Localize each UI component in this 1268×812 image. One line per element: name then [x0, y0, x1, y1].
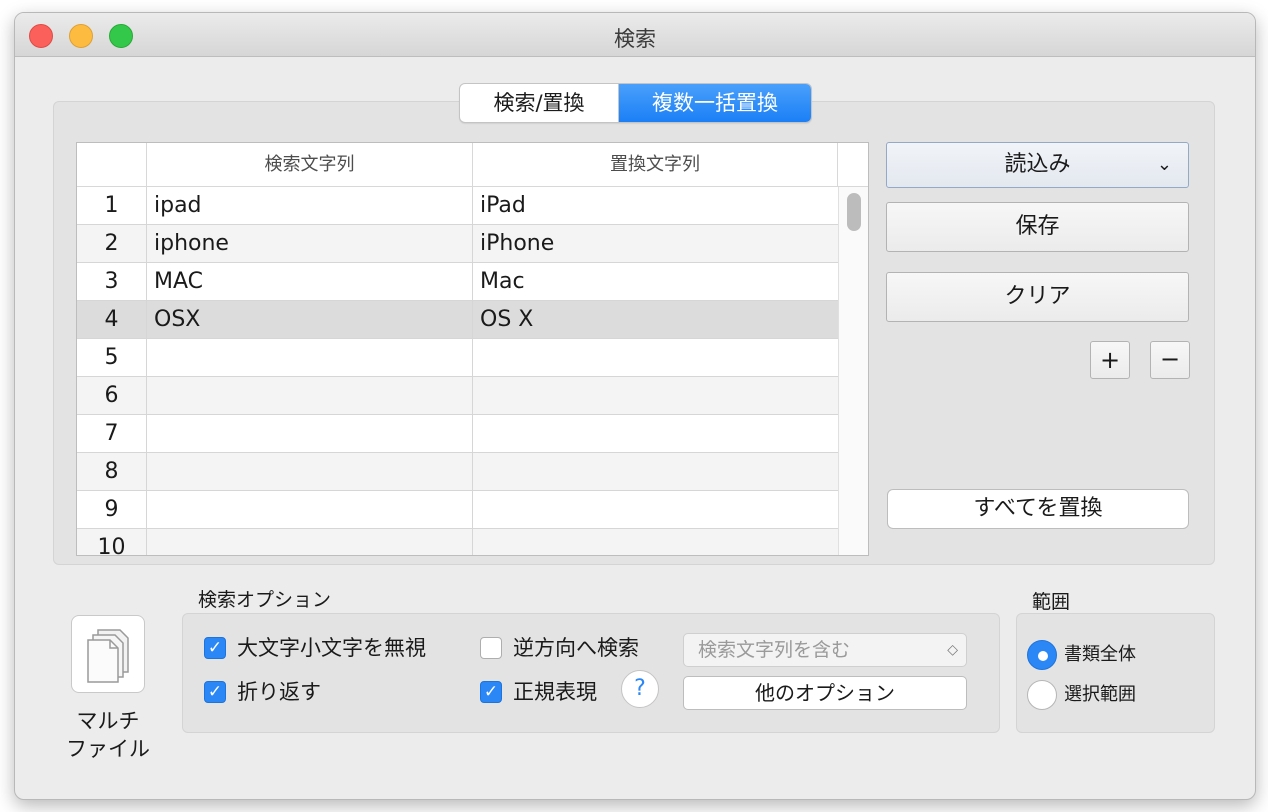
table-row[interactable]: 8: [77, 453, 838, 491]
replace-cell[interactable]: [473, 415, 838, 452]
table-row[interactable]: 2 iphone iPhone: [77, 225, 838, 263]
tab-batch-replace[interactable]: 複数一括置換: [619, 84, 811, 122]
help-button[interactable]: ?: [621, 670, 659, 708]
replace-cell[interactable]: [473, 491, 838, 528]
table-row[interactable]: 10: [77, 529, 838, 555]
replace-cell[interactable]: OS X: [473, 301, 838, 338]
replace-cell[interactable]: iPhone: [473, 225, 838, 262]
row-number: 8: [77, 453, 147, 490]
whole-document-label[interactable]: 書類全体: [1064, 644, 1136, 666]
updown-arrows-icon: ◇: [947, 642, 958, 658]
documents-icon: [87, 629, 129, 683]
title-bar[interactable]: 検索: [15, 13, 1255, 57]
multi-file-label-line2: ファイル: [66, 737, 150, 761]
table-body: 1 ipad iPad 2 iphone iPhone 3 MAC Mac 4 …: [77, 187, 838, 555]
selection-label[interactable]: 選択範囲: [1064, 684, 1136, 706]
chevron-down-icon: ⌄: [1156, 154, 1172, 175]
range-box: [1016, 613, 1215, 733]
range-title: 範囲: [1032, 591, 1071, 613]
wrap-around-label[interactable]: 折り返す: [237, 680, 321, 704]
table-row[interactable]: 6: [77, 377, 838, 415]
ignore-case-checkbox[interactable]: ✓: [204, 637, 226, 659]
multi-file-label: マルチ ファイル: [53, 707, 163, 763]
table-row[interactable]: 5: [77, 339, 838, 377]
search-cell[interactable]: MAC: [147, 263, 473, 300]
replace-table[interactable]: 検索文字列 置換文字列 1 ipad iPad 2 iphone iPhone …: [76, 142, 869, 556]
row-number: 6: [77, 377, 147, 414]
ignore-case-label[interactable]: 大文字小文字を無視: [237, 636, 426, 660]
header-search-string[interactable]: 検索文字列: [147, 143, 473, 187]
add-row-button[interactable]: +: [1090, 341, 1130, 379]
match-mode-select[interactable]: 検索文字列を含む ◇: [683, 633, 967, 667]
table-row[interactable]: 7: [77, 415, 838, 453]
table-row[interactable]: 3 MAC Mac: [77, 263, 838, 301]
whole-document-radio[interactable]: [1027, 640, 1057, 670]
row-number: 9: [77, 491, 147, 528]
mode-tabs: 検索/置換 複数一括置換: [459, 83, 812, 123]
selection-radio[interactable]: [1027, 680, 1057, 710]
save-button[interactable]: 保存: [886, 202, 1189, 252]
table-row-selected[interactable]: 4 OSX OS X: [77, 301, 838, 339]
search-cell[interactable]: [147, 415, 473, 452]
reverse-search-checkbox[interactable]: [480, 637, 502, 659]
search-cell[interactable]: [147, 453, 473, 490]
table-header: 検索文字列 置換文字列: [77, 143, 868, 187]
header-row-number: [77, 143, 147, 187]
checkmark-icon: ✓: [207, 682, 223, 702]
search-cell[interactable]: iphone: [147, 225, 473, 262]
header-spacer: [838, 143, 868, 187]
find-window: 検索 検索/置換 複数一括置換 検索文字列 置換文字列 1 ipad iPad …: [14, 12, 1256, 800]
search-options-box: [182, 613, 1000, 733]
table-row[interactable]: 1 ipad iPad: [77, 187, 838, 225]
search-options-title: 検索オプション: [198, 589, 332, 611]
checkmark-icon: ✓: [483, 682, 499, 702]
replace-cell[interactable]: [473, 529, 838, 555]
regex-checkbox[interactable]: ✓: [480, 681, 502, 703]
wrap-around-checkbox[interactable]: ✓: [204, 681, 226, 703]
clear-button[interactable]: クリア: [886, 272, 1189, 322]
load-button-label: 読込み: [1004, 152, 1071, 177]
match-mode-value: 検索文字列を含む: [698, 639, 851, 661]
search-cell[interactable]: [147, 529, 473, 555]
table-row[interactable]: 9: [77, 491, 838, 529]
replace-all-button[interactable]: すべてを置換: [887, 489, 1189, 529]
row-number: 7: [77, 415, 147, 452]
load-popup-button[interactable]: 読込み ⌄: [886, 142, 1189, 188]
regex-label[interactable]: 正規表現: [513, 680, 597, 704]
reverse-search-label[interactable]: 逆方向へ検索: [513, 636, 639, 660]
window-title: 検索: [614, 27, 656, 51]
row-number: 2: [77, 225, 147, 262]
row-number: 10: [77, 529, 147, 555]
search-cell[interactable]: [147, 491, 473, 528]
remove-row-button[interactable]: −: [1150, 341, 1190, 379]
search-cell[interactable]: [147, 339, 473, 376]
row-number: 5: [77, 339, 147, 376]
row-number: 1: [77, 187, 147, 224]
tab-find-replace[interactable]: 検索/置換: [460, 84, 619, 122]
multi-file-label-line1: マルチ: [76, 709, 140, 733]
search-cell[interactable]: OSX: [147, 301, 473, 338]
header-replace-string[interactable]: 置換文字列: [473, 143, 838, 187]
row-number: 3: [77, 263, 147, 300]
search-cell[interactable]: [147, 377, 473, 414]
replace-cell[interactable]: Mac: [473, 263, 838, 300]
other-options-button[interactable]: 他のオプション: [683, 676, 967, 710]
checkmark-icon: ✓: [207, 638, 223, 658]
replace-cell[interactable]: [473, 339, 838, 376]
scrollbar-thumb[interactable]: [847, 193, 861, 231]
row-number: 4: [77, 301, 147, 338]
multi-file-button[interactable]: [71, 615, 145, 693]
search-cell[interactable]: ipad: [147, 187, 473, 224]
replace-cell[interactable]: [473, 377, 838, 414]
table-scrollbar[interactable]: [838, 187, 868, 555]
replace-cell[interactable]: [473, 453, 838, 490]
replace-cell[interactable]: iPad: [473, 187, 838, 224]
